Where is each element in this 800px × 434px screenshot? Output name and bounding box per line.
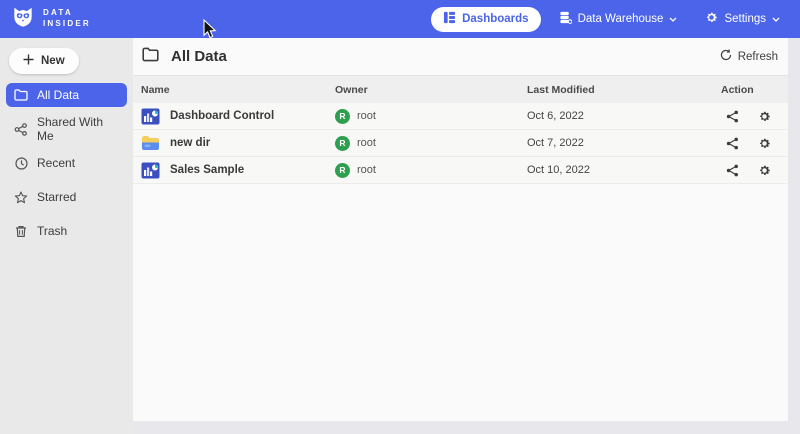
owner-avatar: R [335,136,350,151]
content-header: All Data Refresh [133,38,788,76]
chevron-down-icon [772,17,780,22]
brand-text: DATA INSIDER [43,8,91,30]
brand[interactable]: DATA INSIDER [10,4,91,35]
nav-settings-label: Settings [724,13,766,25]
file-type-icon [141,162,160,179]
column-header-action: Action [721,84,788,96]
database-icon [559,11,572,27]
row-settings-button[interactable] [756,135,773,152]
trash-icon [14,224,28,238]
table-row[interactable]: Sales Sample R root Oct 10, 2022 [133,157,788,184]
owner-cell: R root [335,163,527,178]
row-settings-button[interactable] [756,108,773,125]
share-icon [14,122,28,136]
row-modified: Oct 7, 2022 [527,137,584,149]
refresh-icon [720,49,732,64]
row-name: Dashboard Control [170,110,274,122]
plus-icon [23,54,34,68]
sidebar: New All Data Shared With [0,38,133,434]
table-header: Name Owner Last Modified Action [133,76,788,103]
share-button[interactable] [724,135,741,152]
column-header-owner: Owner [335,84,527,96]
sidebar-item-all-data[interactable]: All Data [6,83,127,107]
nav-settings-button[interactable]: Settings [695,7,790,32]
file-type-icon [141,108,160,125]
sidebar-item-label: Recent [37,156,75,170]
sidebar-item-recent[interactable]: Recent [6,151,127,175]
row-name: new dir [170,137,210,149]
file-type-icon [141,135,160,152]
actions-cell [721,162,788,179]
owner-cell: R root [335,136,527,151]
sidebar-item-shared-with-me[interactable]: Shared With Me [6,117,127,141]
actions-cell [721,108,788,125]
top-navbar: DATA INSIDER Dashboards [0,0,800,38]
sidebar-item-starred[interactable]: Starred [6,185,127,209]
sidebar-item-label: Trash [37,224,67,238]
last-modified-cell: Oct 10, 2022 [527,164,721,176]
main-content: All Data Refresh Name Owner Last Modifie… [133,38,788,421]
sidebar-item-label: Starred [37,190,76,204]
owl-logo-icon [10,4,36,35]
navbar-menu: Dashboards Data Warehouse [431,7,790,32]
folder-icon [14,88,28,102]
nav-data-warehouse-label: Data Warehouse [578,13,664,25]
last-modified-cell: Oct 7, 2022 [527,137,721,149]
table-body: Dashboard Control R root Oct 6, 2022 [133,103,788,184]
dashboard-grid-icon [443,11,456,27]
owner-avatar: R [335,163,350,178]
owner-name: root [357,110,376,122]
gear-icon [705,11,718,27]
row-modified: Oct 6, 2022 [527,110,584,122]
owner-name: root [357,137,376,149]
refresh-label: Refresh [738,51,778,63]
sidebar-nav: All Data Shared With Me [0,83,133,243]
refresh-button[interactable]: Refresh [720,49,778,64]
share-button[interactable] [724,162,741,179]
nav-data-warehouse-button[interactable]: Data Warehouse [549,7,688,32]
new-button[interactable]: New [9,48,79,74]
row-settings-button[interactable] [756,162,773,179]
column-header-name: Name [141,84,335,96]
page-title-label: All Data [171,48,227,65]
star-icon [14,190,28,204]
actions-cell [721,135,788,152]
owner-name: root [357,164,376,176]
name-cell: Dashboard Control [141,108,335,125]
table-row[interactable]: new dir R root Oct 7, 2022 [133,130,788,157]
owner-cell: R root [335,109,527,124]
chevron-down-icon [669,17,677,22]
nav-dashboards-label: Dashboards [462,13,528,25]
sidebar-item-label: All Data [37,88,79,102]
new-button-label: New [41,55,65,67]
name-cell: Sales Sample [141,162,335,179]
column-header-last-modified: Last Modified [527,84,721,96]
app-screen: DATA INSIDER Dashboards [0,0,800,434]
folder-icon [142,47,159,66]
name-cell: new dir [141,135,335,152]
sidebar-item-trash[interactable]: Trash [6,219,127,243]
sidebar-item-label: Shared With Me [37,115,119,143]
nav-dashboards-button[interactable]: Dashboards [431,7,540,32]
owner-avatar: R [335,109,350,124]
share-button[interactable] [724,108,741,125]
row-modified: Oct 10, 2022 [527,164,590,176]
row-name: Sales Sample [170,164,244,176]
page-title: All Data [142,47,227,66]
clock-icon [14,156,28,170]
table-row[interactable]: Dashboard Control R root Oct 6, 2022 [133,103,788,130]
last-modified-cell: Oct 6, 2022 [527,110,721,122]
